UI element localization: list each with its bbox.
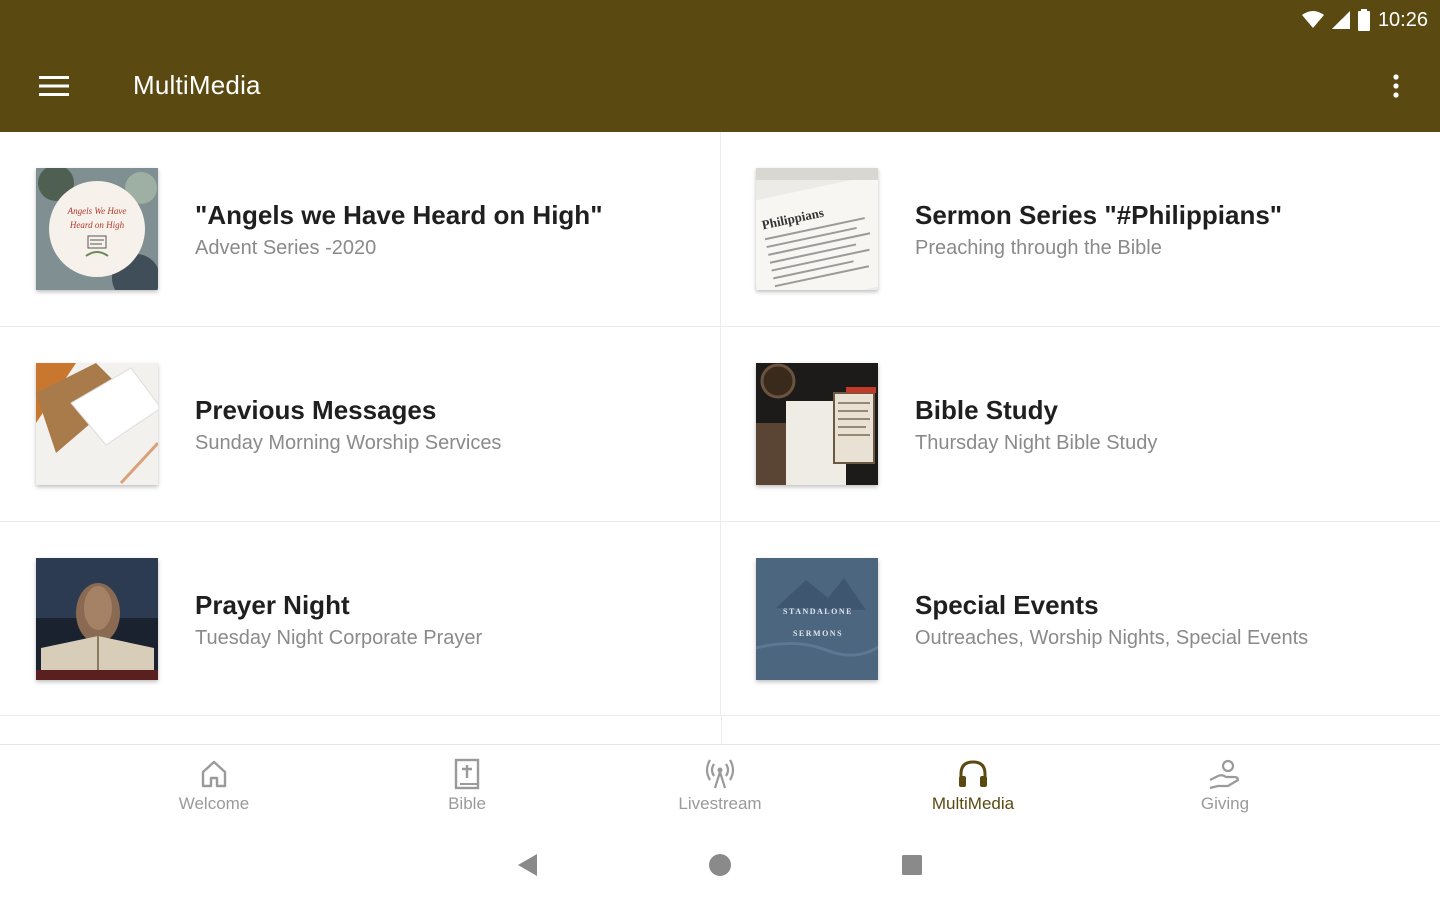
broadcast-icon xyxy=(705,759,735,789)
philippians-thumbnail: Philippians xyxy=(756,168,878,290)
cell-signal-icon xyxy=(1331,11,1350,29)
system-navigation-bar xyxy=(0,830,1440,900)
bible-study-thumbnail xyxy=(756,363,878,485)
status-time: 10:26 xyxy=(1377,8,1428,31)
hamburger-menu-button[interactable] xyxy=(30,66,78,106)
app-bar: 10:26 MultiMedia xyxy=(0,0,1440,132)
previous-messages-thumbnail xyxy=(36,363,158,485)
item-title: Previous Messages xyxy=(195,395,437,425)
media-grid: Angels We Have Heard on High "Angels we … xyxy=(0,132,1440,716)
angels-thumb-line1: Angels We Have xyxy=(67,206,127,216)
nav-label: MultiMedia xyxy=(931,794,1015,813)
item-subtitle: Advent Series -2020 xyxy=(195,237,377,259)
nav-welcome[interactable]: Welcome xyxy=(144,757,284,814)
item-title: Prayer Night xyxy=(195,590,350,620)
home-icon xyxy=(201,760,227,788)
item-title: Special Events xyxy=(915,590,1099,620)
nav-label: Bible xyxy=(448,794,486,813)
media-item-special-events[interactable]: STANDALONE SERMONS Special Events Outrea… xyxy=(721,522,1440,716)
status-bar: 10:26 xyxy=(1301,6,1428,34)
media-item-angels[interactable]: Angels We Have Heard on High "Angels we … xyxy=(0,132,721,327)
item-title: Bible Study xyxy=(915,395,1059,425)
nav-label: Welcome xyxy=(178,794,250,813)
item-subtitle: Preaching through the Bible xyxy=(915,237,1162,259)
nav-label: Livestream xyxy=(678,794,762,813)
system-back-button[interactable] xyxy=(508,850,548,880)
nav-multimedia[interactable]: MultiMedia xyxy=(903,757,1043,814)
item-subtitle: Sunday Morning Worship Services xyxy=(195,432,502,454)
nav-label: Giving xyxy=(1200,794,1250,813)
bottom-navigation: Welcome Bible Livestream MultiMedia Givi… xyxy=(0,744,1440,830)
back-triangle-icon xyxy=(518,854,537,876)
column-divider xyxy=(721,716,722,744)
menu-icon xyxy=(39,76,69,96)
item-subtitle: Outreaches, Worship Nights, Special Even… xyxy=(915,627,1309,649)
nav-bible[interactable]: Bible xyxy=(397,757,537,814)
angels-thumb-line2: Heard on High xyxy=(69,220,125,230)
wifi-icon xyxy=(1301,11,1324,29)
headphones-icon xyxy=(959,760,987,787)
more-vert-icon xyxy=(1393,74,1399,98)
recents-square-icon xyxy=(902,855,922,875)
prayer-night-thumbnail xyxy=(36,558,158,680)
page-title: MultiMedia xyxy=(133,70,261,100)
giving-hand-icon xyxy=(1209,759,1240,790)
angels-thumbnail: Angels We Have Heard on High xyxy=(36,168,158,290)
system-recents-button[interactable] xyxy=(892,850,932,880)
item-subtitle: Thursday Night Bible Study xyxy=(915,432,1158,454)
nav-giving[interactable]: Giving xyxy=(1155,757,1295,814)
media-item-prayer-night[interactable]: Prayer Night Tuesday Night Corporate Pra… xyxy=(0,522,721,716)
special-thumb-line1: STANDALONE xyxy=(783,607,853,616)
item-subtitle: Tuesday Night Corporate Prayer xyxy=(195,627,483,649)
media-item-bible-study[interactable]: Bible Study Thursday Night Bible Study xyxy=(721,327,1440,522)
media-item-philippians[interactable]: Philippians Sermon Series "#Philippians"… xyxy=(721,132,1440,327)
list-partial-row xyxy=(0,716,1440,744)
special-thumb-line2: SERMONS xyxy=(793,629,843,638)
system-home-button[interactable] xyxy=(700,850,740,880)
item-title: Sermon Series "#Philippians" xyxy=(915,200,1283,230)
home-circle-icon xyxy=(709,854,731,876)
bible-icon xyxy=(454,758,480,790)
nav-livestream[interactable]: Livestream xyxy=(650,757,790,814)
overflow-menu-button[interactable] xyxy=(1376,66,1416,106)
special-events-thumbnail: STANDALONE SERMONS xyxy=(756,558,878,680)
item-title: "Angels we Have Heard on High" xyxy=(195,200,603,230)
media-item-previous-messages[interactable]: Previous Messages Sunday Morning Worship… xyxy=(0,327,721,522)
battery-icon xyxy=(1357,9,1370,31)
